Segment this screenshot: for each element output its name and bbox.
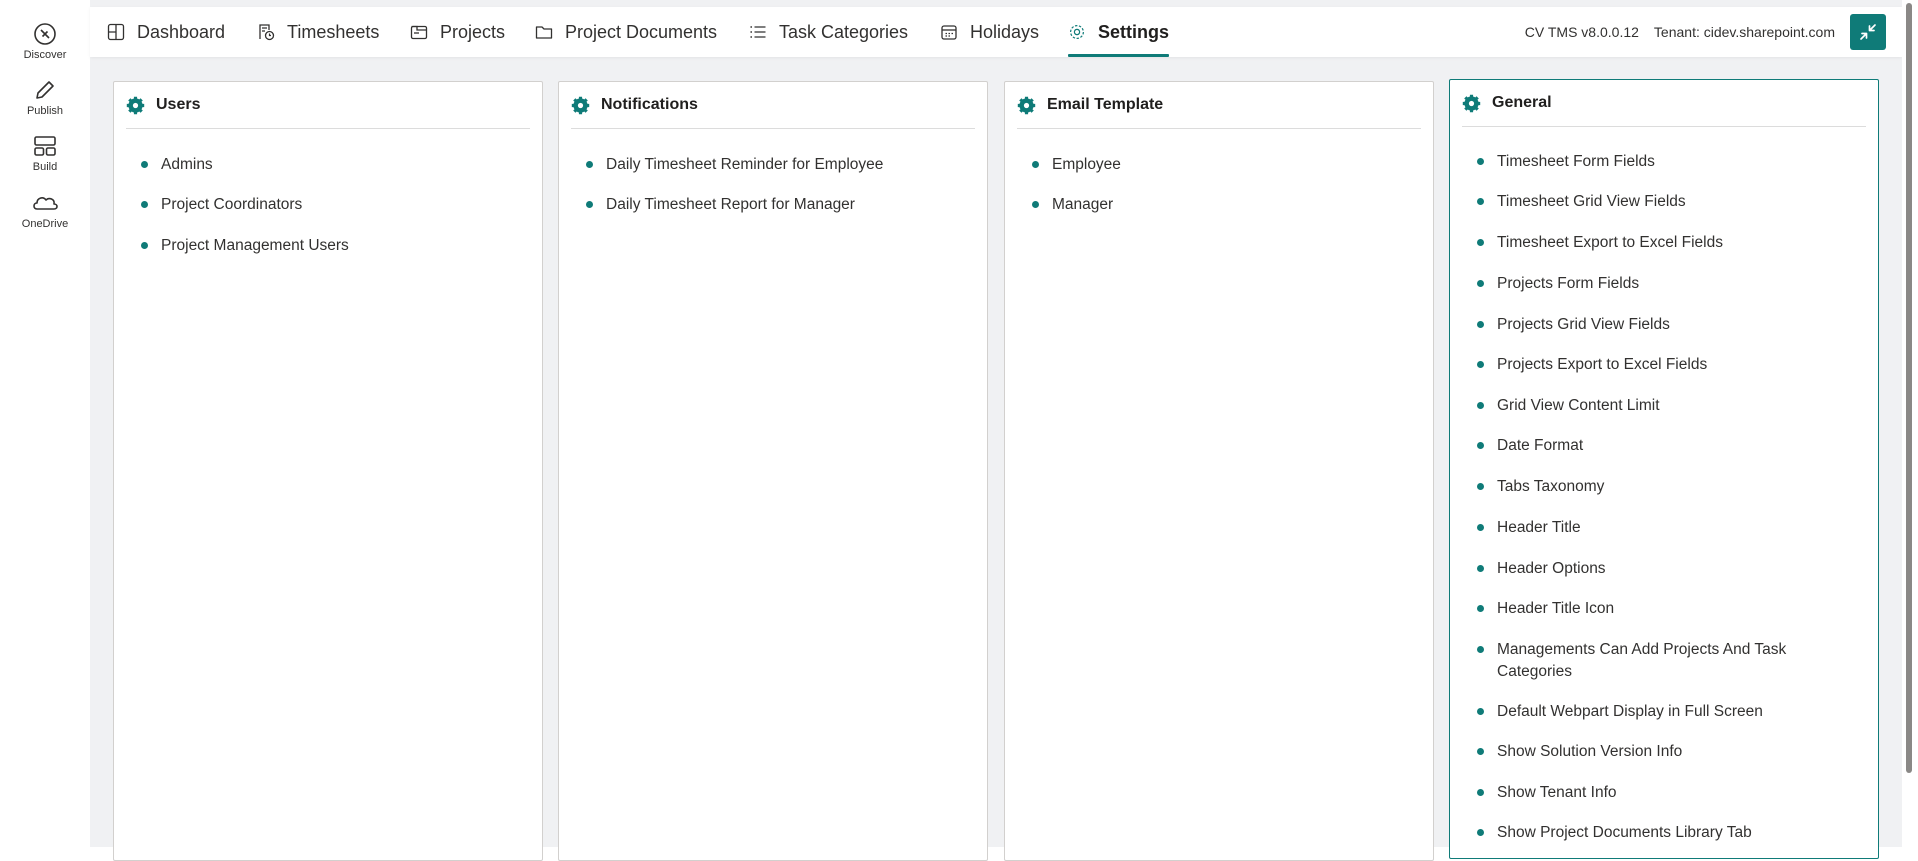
list-item-general[interactable]: Timesheet Form Fields [1477, 151, 1858, 173]
email-template-card: Email Template Employee Manager [1004, 81, 1434, 861]
list-item-general[interactable]: Header Title Icon [1477, 598, 1858, 620]
list-item-daily-report[interactable]: Daily Timesheet Report for Manager [586, 194, 967, 216]
list-item-general[interactable]: Header Title [1477, 517, 1858, 539]
scrollbar-thumb[interactable] [1906, 3, 1912, 773]
list-item-general[interactable]: Date Format [1477, 435, 1858, 457]
app-bar-label: OneDrive [21, 218, 69, 230]
tab-project-documents[interactable]: Project Documents [535, 7, 717, 57]
tab-holidays[interactable]: Holidays [940, 7, 1039, 57]
collapse-arrows-icon [1860, 24, 1876, 40]
tab-label: Project Documents [565, 21, 718, 42]
list-item-general[interactable]: Show Solution Version Info [1477, 741, 1858, 763]
card-header: Users [126, 82, 530, 129]
list-icon [749, 23, 767, 41]
gear-icon [571, 96, 590, 115]
tab-label: Task Categories [779, 21, 909, 42]
tab-label: Projects [440, 21, 506, 42]
calendar-icon [940, 23, 958, 41]
app-bar-build[interactable]: Build [0, 134, 90, 173]
list-item-daily-reminder[interactable]: Daily Timesheet Reminder for Employee [586, 154, 967, 176]
projects-icon [410, 23, 428, 41]
list-item-general[interactable]: Projects Form Fields [1477, 273, 1858, 295]
card-title: General [1492, 94, 1552, 111]
layout-icon [34, 136, 56, 156]
list-item-general[interactable]: Tabs Taxonomy [1477, 476, 1858, 498]
tab-timesheets[interactable]: Timesheets [257, 7, 379, 57]
list-item-general[interactable]: Header Options [1477, 558, 1858, 580]
card-title: Notifications [601, 96, 698, 113]
app-bar-label: Build [32, 161, 58, 173]
tab-projects[interactable]: Projects [410, 7, 505, 57]
tab-label: Settings [1098, 21, 1170, 42]
list-item-general[interactable]: Projects Export to Excel Fields [1477, 354, 1858, 376]
card-title: Email Template [1047, 96, 1164, 113]
tab-label: Timesheets [287, 21, 380, 42]
tab-settings[interactable]: Settings [1068, 7, 1170, 57]
exit-fullscreen-button[interactable] [1850, 14, 1886, 50]
top-nav-bar: Dashboard Timesheets Projects Project Do… [90, 7, 1902, 57]
card-header: General [1462, 80, 1866, 127]
pencil-icon [36, 81, 54, 99]
topbar-info: CV TMS v8.0.0.12 Tenant: cidev.sharepoin… [1525, 7, 1902, 57]
list-item-general[interactable]: Timesheet Grid View Fields [1477, 191, 1858, 213]
page-scrollbar[interactable] [1902, 0, 1918, 847]
app-bar-discover[interactable]: Discover [0, 22, 90, 61]
gear-icon [1068, 23, 1086, 41]
card-title: Users [156, 96, 201, 113]
notifications-card: Notifications Daily Timesheet Reminder f… [558, 81, 988, 861]
list-item-general[interactable]: Projects Grid View Fields [1477, 314, 1858, 336]
list-item-employee[interactable]: Employee [1032, 154, 1413, 176]
tab-label: Dashboard [137, 21, 226, 42]
list-item-manager[interactable]: Manager [1032, 194, 1413, 216]
tenant-info: Tenant: cidev.sharepoint.com [1653, 24, 1835, 40]
list-item-general[interactable]: Show Project Documents Library Tab [1477, 822, 1858, 844]
tab-label: Holidays [970, 21, 1040, 42]
card-header: Notifications [571, 82, 975, 129]
app-bar-onedrive[interactable]: OneDrive [0, 191, 90, 230]
users-card: Users Admins Project Coordinators Projec… [113, 81, 543, 861]
tab-task-categories[interactable]: Task Categories [749, 7, 908, 57]
folder-icon [535, 23, 553, 41]
list-item-general[interactable]: Grid View Content Limit [1477, 395, 1858, 417]
app-bar: Discover Publish Build OneDrive [0, 0, 90, 847]
app-bar-label: Publish [26, 105, 64, 117]
list-item-general[interactable]: Show Tenant Info [1477, 782, 1858, 804]
version-info: CV TMS v8.0.0.12 [1524, 24, 1639, 40]
list-item-project-management-users[interactable]: Project Management Users [141, 235, 522, 257]
timesheet-icon [257, 23, 275, 41]
tab-dashboard[interactable]: Dashboard [107, 7, 225, 57]
gear-icon [1017, 96, 1036, 115]
gear-icon [1462, 94, 1481, 113]
list-item-general[interactable]: Timesheet Export to Excel Fields [1477, 232, 1858, 254]
card-header: Email Template [1017, 82, 1421, 129]
list-item-general[interactable]: Default Webpart Display in Full Screen [1477, 701, 1858, 723]
dashboard-icon [107, 23, 125, 41]
list-item-admins[interactable]: Admins [141, 154, 522, 176]
main-canvas: Dashboard Timesheets Projects Project Do… [90, 0, 1902, 861]
app-bar-label: Discover [23, 49, 67, 61]
general-card: General Timesheet Form Fields Timesheet … [1449, 79, 1879, 859]
compass-icon [34, 23, 56, 45]
active-tab-indicator [1068, 54, 1170, 57]
app-bar-publish[interactable]: Publish [0, 78, 90, 117]
list-item-general[interactable]: Managements Can Add Projects And Task Ca… [1477, 639, 1858, 683]
gear-icon [126, 96, 145, 115]
list-item-project-coordinators[interactable]: Project Coordinators [141, 194, 522, 216]
cloud-icon [33, 197, 58, 210]
